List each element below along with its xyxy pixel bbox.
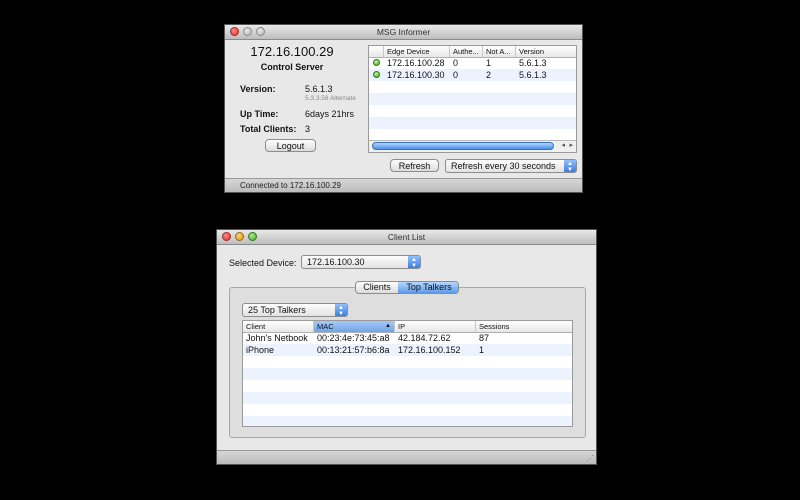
clients-table[interactable]: Client MAC ▲ IP Sessions John's Netbook … [242,320,573,427]
resize-grip-icon[interactable]: ⋰ [586,454,594,463]
table-row[interactable]: iPhone 00:13:21:57:b6:8a 172.16.100.152 … [243,344,572,356]
version-label: Version: [240,84,276,94]
informer-titlebar[interactable]: MSG Informer [225,25,582,40]
sessions-cell: 87 [479,333,490,343]
refresh-interval-value: Refresh every 30 seconds [451,161,556,171]
client-list-window: Client List Selected Device: 172.16.100.… [216,229,597,465]
ip-cell: 42.184.72.62 [398,333,451,343]
version-cell: 5.6.1.3 [519,58,547,68]
empty-row [243,356,572,368]
selected-device-value: 172.16.100.30 [307,257,365,267]
refresh-button[interactable]: Refresh [390,159,439,172]
uptime-value: 6days 21hrs [305,109,355,119]
notauth-cell: 2 [486,70,492,80]
chevron-updown-icon: ▲ ▼ [408,256,420,269]
scroll-left-icon[interactable]: ◂ [561,141,565,151]
sessions-column-header[interactable]: Sessions [476,321,572,332]
mac-cell: 00:13:21:57:b6:8a [317,345,390,355]
informer-statusbar: Connected to 172.16.100.29 [225,178,582,192]
device-cell: 172.16.100.28 [387,58,445,68]
client-cell: John's Netbook [246,333,308,343]
logout-button[interactable]: Logout [265,139,316,152]
client-column-header[interactable]: Client [243,321,314,332]
sort-ascending-icon: ▲ [385,323,391,329]
zoom-icon[interactable] [256,27,265,36]
online-status-icon [373,71,380,78]
status-column-header[interactable] [369,46,384,57]
empty-row [243,380,572,392]
scrollbar-thumb[interactable] [372,142,554,150]
empty-row [243,416,572,426]
server-ip: 172.16.100.29 [250,44,334,59]
chevron-updown-icon: ▲ ▼ [335,304,347,317]
table-row[interactable]: 172.16.100.30 0 2 5.6.1.3 [369,69,576,81]
version-value: 5.6.1.3 [305,84,333,94]
client-cell: iPhone [246,345,275,355]
server-role: Control Server [260,62,324,72]
auth-cell: 0 [453,58,459,68]
horizontal-scrollbar[interactable]: ◂ ▸ [369,140,576,152]
total-clients-value: 3 [305,124,311,134]
chevron-updown-icon: ▲ ▼ [564,160,576,173]
client-list-titlebar[interactable]: Client List [217,230,596,245]
tab-bar: Clients Top Talkers [355,281,459,294]
not-authenticated-column-header[interactable]: Not A... [483,46,516,57]
close-icon[interactable] [222,232,231,241]
refresh-interval-select[interactable]: Refresh every 30 seconds ▲ ▼ [445,159,577,173]
informer-title: MSG Informer [376,27,431,37]
empty-row [369,93,576,105]
empty-row [243,392,572,404]
edge-device-table[interactable]: Edge Device Authe... Not A... Version 17… [368,45,577,153]
msg-informer-window: MSG Informer 172.16.100.29 Control Serve… [224,24,583,193]
notauth-cell: 1 [486,58,492,68]
version-alternate: 5.3.3.58 Alternate [305,95,356,102]
selected-device-label: Selected Device: [229,258,297,268]
authenticated-column-header[interactable]: Authe... [450,46,483,57]
edge-device-column-header[interactable]: Edge Device [384,46,450,57]
close-icon[interactable] [230,27,239,36]
empty-row [243,404,572,416]
table-row[interactable]: John's Netbook 00:23:4e:73:45:a8 42.184.… [243,332,572,344]
zoom-icon[interactable] [248,232,257,241]
online-status-icon [373,59,380,66]
top-talkers-select[interactable]: 25 Top Talkers ▲ ▼ [242,303,348,317]
sessions-cell: 1 [479,345,485,355]
minimize-icon[interactable] [235,232,244,241]
mac-column-header[interactable]: MAC ▲ [314,321,395,332]
client-list-bottombar: ⋰ [217,450,596,464]
device-cell: 172.16.100.30 [387,70,445,80]
version-cell: 5.6.1.3 [519,70,547,80]
empty-row [243,368,572,380]
auth-cell: 0 [453,70,459,80]
selected-device-select[interactable]: 172.16.100.30 ▲ ▼ [301,255,421,269]
uptime-label: Up Time: [240,109,279,119]
client-list-title: Client List [387,232,426,242]
tab-top-talkers[interactable]: Top Talkers [398,282,458,293]
tab-clients[interactable]: Clients [356,282,399,293]
table-row[interactable]: 172.16.100.28 0 1 5.6.1.3 [369,57,576,69]
empty-row [369,105,576,117]
top-talkers-value: 25 Top Talkers [248,305,306,315]
total-clients-label: Total Clients: [240,124,297,134]
ip-cell: 172.16.100.152 [398,345,461,355]
scroll-right-icon[interactable]: ▸ [569,141,573,151]
ip-column-header[interactable]: IP [395,321,476,332]
version-column-header[interactable]: Version [516,46,576,57]
empty-row [369,81,576,93]
minimize-icon[interactable] [243,27,252,36]
mac-header-label: MAC [317,322,334,331]
connection-status: Connected to 172.16.100.29 [240,181,341,190]
empty-row [369,117,576,129]
mac-cell: 00:23:4e:73:45:a8 [317,333,390,343]
